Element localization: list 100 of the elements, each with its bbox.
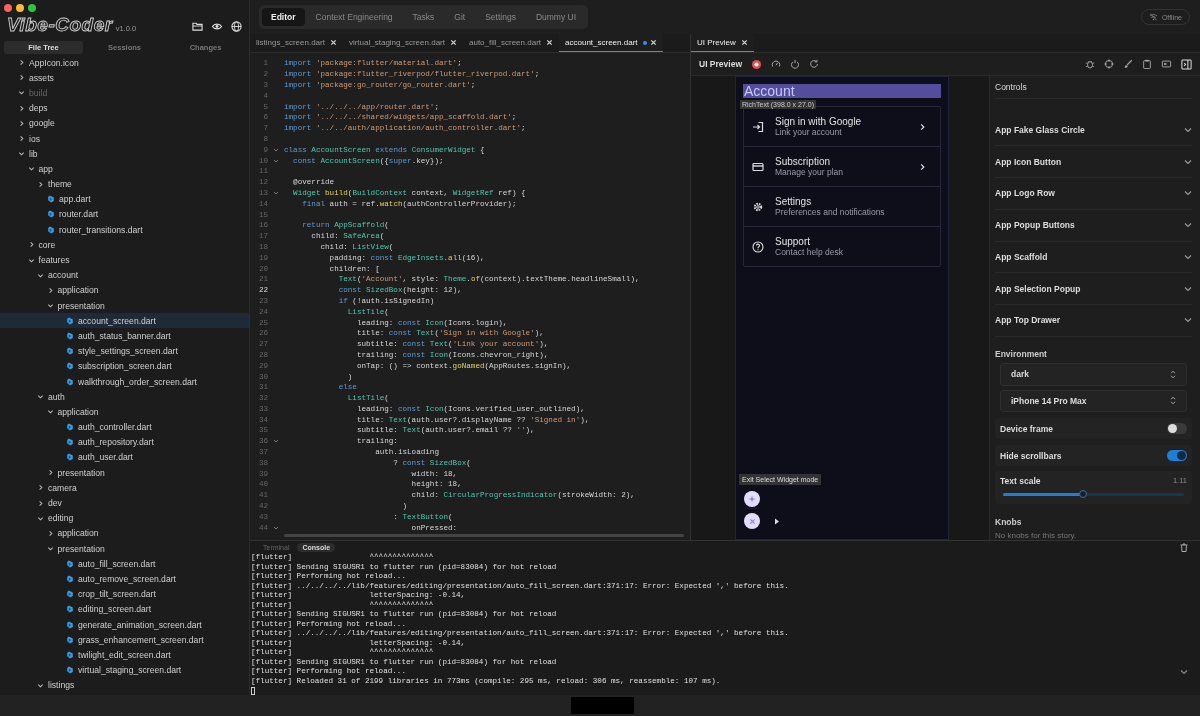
crosshair-icon[interactable] [1104, 59, 1114, 69]
toggle-switch[interactable] [1167, 450, 1187, 462]
tree-item[interactable]: presentation [0, 465, 249, 481]
tree-item[interactable]: application [0, 282, 249, 298]
nav-tab[interactable]: Tasks [403, 8, 444, 26]
tree-item[interactable]: router.dart [0, 206, 249, 223]
tree-item[interactable]: deps [0, 100, 249, 116]
file-tab[interactable]: auto_fill_screen.dart [463, 34, 560, 52]
tree-item[interactable]: grass_enhancement_screen.dart [0, 632, 249, 648]
nav-tab[interactable]: Settings [476, 8, 525, 26]
tree-item[interactable]: auto_fill_screen.dart [0, 556, 249, 572]
clipboard-icon[interactable] [1142, 59, 1152, 69]
device-select[interactable]: iPhone 14 Pro Max [1000, 389, 1187, 413]
side-panel-icon[interactable] [1181, 58, 1192, 70]
component-accordion[interactable]: App Logo Row [995, 178, 1192, 210]
tree-item[interactable]: presentation [0, 541, 249, 557]
globe-icon[interactable] [231, 21, 242, 32]
refresh-icon[interactable] [809, 59, 819, 69]
fold-chevron-icon[interactable] [273, 524, 279, 531]
fold-chevron-icon[interactable] [273, 146, 279, 153]
nav-tab[interactable]: Editor [262, 8, 305, 26]
tree-item[interactable]: theme [0, 176, 249, 192]
tree-item[interactable]: core [0, 237, 249, 253]
screen-icon[interactable] [1161, 59, 1172, 69]
nav-tab[interactable]: Context Engineering [306, 8, 402, 26]
fold-chevron-icon[interactable] [273, 189, 279, 196]
close-icon[interactable] [450, 39, 457, 46]
close-icon[interactable] [649, 39, 657, 46]
record-icon[interactable] [751, 58, 762, 70]
tree-item[interactable]: app.dart [0, 191, 249, 207]
fold-chevron-icon[interactable] [273, 157, 279, 164]
tree-item[interactable]: editing_screen.dart [0, 601, 249, 617]
component-accordion[interactable]: App Selection Popup [995, 273, 1192, 305]
close-icon[interactable] [329, 39, 337, 46]
tree-item[interactable]: assets [0, 70, 249, 86]
toggle-switch[interactable] [1167, 423, 1187, 435]
tree-item[interactable]: auth_repository.dart [0, 434, 249, 450]
tree-item[interactable]: virtual_staging_screen.dart [0, 662, 249, 678]
screen-heading[interactable]: Account [743, 84, 941, 98]
tree-item[interactable]: features [0, 252, 249, 268]
tree-item[interactable]: auth_controller.dart [0, 419, 249, 435]
power-icon[interactable] [790, 59, 800, 69]
tree-item[interactable]: editing [0, 510, 249, 526]
tree-item[interactable]: subscription_screen.dart [0, 358, 249, 374]
tree-item[interactable]: app [0, 161, 249, 177]
play-icon[interactable] [774, 517, 780, 525]
scrollbar[interactable] [284, 534, 684, 537]
tile-subtitle: Link your account [775, 127, 843, 137]
tree-item[interactable]: ios [0, 130, 249, 147]
slider-track[interactable] [1003, 492, 1184, 496]
list-tile[interactable]: Support Contact help desk [744, 226, 940, 266]
exit-select-button[interactable] [744, 513, 760, 529]
component-accordion[interactable]: App Popup Buttons [995, 209, 1192, 242]
tree-item[interactable]: auto_remove_screen.dart [0, 571, 249, 587]
fold-chevron-icon[interactable] [273, 438, 279, 445]
trash-icon[interactable] [1180, 542, 1188, 552]
close-icon[interactable] [546, 39, 554, 46]
tree-item[interactable]: auth [0, 389, 249, 405]
component-accordion[interactable]: App Top Drawer [995, 305, 1192, 337]
tree-item[interactable]: auth_status_banner.dart [0, 328, 249, 344]
eye-icon[interactable] [211, 21, 223, 32]
tree-item[interactable]: camera [0, 480, 249, 496]
file-tab[interactable]: listings_screen.dart [250, 34, 343, 52]
component-accordion[interactable]: App Fake Glass Circle [995, 114, 1192, 147]
tree-item[interactable]: lib [0, 146, 249, 162]
nav-tab[interactable]: Git [445, 8, 475, 26]
nav-tab[interactable]: Dummy UI [526, 8, 586, 26]
tree-item[interactable]: account [0, 267, 249, 283]
tree-item[interactable]: auth_user.dart [0, 449, 249, 466]
tree-item[interactable]: twilight_edit_screen.dart [0, 647, 249, 663]
select-widget-button[interactable] [744, 491, 760, 507]
component-accordion[interactable]: App Icon Button [995, 146, 1192, 179]
close-window-button[interactable] [4, 4, 12, 12]
tree-item[interactable]: account_screen.dart [0, 313, 249, 329]
tree-item[interactable]: walkthrough_order_screen.dart [0, 373, 249, 390]
tree-item[interactable]: listings [0, 677, 249, 693]
list-tile[interactable]: Subscription Manage your plan [744, 146, 940, 186]
tree-item[interactable]: application [0, 525, 249, 541]
tree-item[interactable]: dev [0, 495, 249, 511]
folder-icon[interactable] [192, 21, 203, 32]
theme-select[interactable]: dark [1000, 362, 1187, 386]
tree-item[interactable]: presentation [0, 298, 249, 314]
tree-item[interactable]: generate_animation_screen.dart [0, 616, 249, 633]
tree-item[interactable]: AppIcon.icon [0, 55, 249, 71]
brush-icon[interactable] [1123, 59, 1133, 69]
tree-item[interactable]: crop_tilt_screen.dart [0, 586, 249, 602]
zoom-window-button[interactable] [28, 4, 36, 12]
component-accordion[interactable]: App Scaffold [995, 241, 1192, 274]
slider-thumb[interactable] [1078, 489, 1087, 498]
chevron-down-icon[interactable] [1180, 669, 1188, 675]
tree-item[interactable]: application [0, 404, 249, 420]
bug-icon[interactable] [1085, 59, 1095, 69]
tree-item[interactable]: router_transitions.dart [0, 222, 249, 238]
list-tile[interactable]: Settings Preferences and notifications [744, 186, 940, 226]
tree-item[interactable]: google [0, 115, 249, 131]
tree-item[interactable]: style_settings_screen.dart [0, 343, 249, 359]
close-icon[interactable] [740, 39, 748, 46]
file-tab[interactable]: virtual_staging_screen.dart [342, 34, 463, 52]
minimize-window-button[interactable] [16, 4, 24, 12]
gauge-icon[interactable] [771, 59, 781, 69]
